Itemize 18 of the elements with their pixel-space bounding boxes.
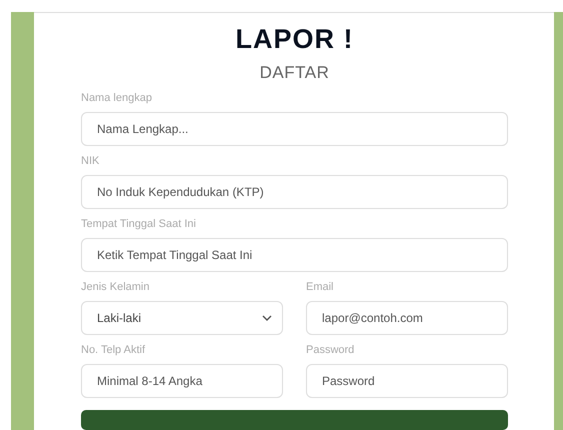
submit-button[interactable]: [81, 410, 508, 430]
input-field[interactable]: lapor@contoh.com: [306, 301, 508, 335]
input-field[interactable]: Ketik Tempat Tinggal Saat Ini: [81, 238, 508, 272]
input-field[interactable]: Password: [306, 364, 508, 398]
input-field[interactable]: Nama Lengkap...: [81, 112, 508, 146]
input-field[interactable]: No Induk Kependudukan (KTP): [81, 175, 508, 209]
select-field[interactable]: Laki-laki: [81, 301, 283, 335]
field-label: No. Telp Aktif: [81, 343, 145, 357]
input-field[interactable]: Minimal 8-14 Angka: [81, 364, 283, 398]
field-label: NIK: [81, 154, 100, 168]
field-label: Password: [306, 343, 354, 357]
app-title: LAPOR !: [234, 24, 354, 54]
chevron-down-icon: [262, 315, 272, 321]
form-heading: DAFTAR: [258, 63, 330, 83]
field-label: Nama lengkap: [81, 91, 152, 105]
field-label: Tempat Tinggal Saat Ini: [81, 217, 196, 231]
field-label: Email: [306, 280, 334, 294]
field-label: Jenis Kelamin: [81, 280, 150, 294]
